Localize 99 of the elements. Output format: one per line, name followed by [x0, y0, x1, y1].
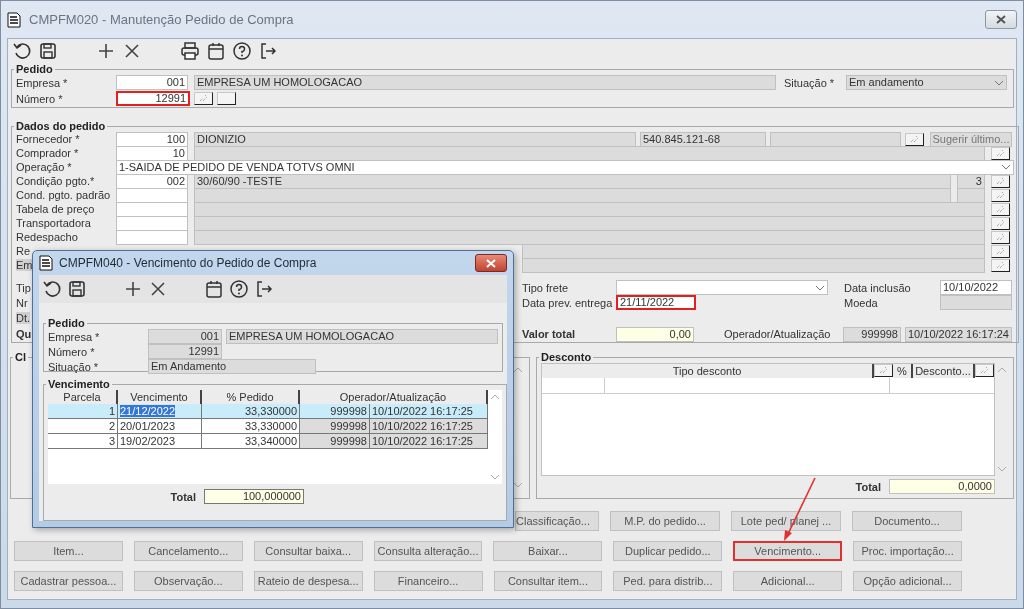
column-header[interactable]: Parcela [48, 390, 118, 404]
section-title: Dados do pedido [15, 120, 107, 132]
table-row[interactable]: 3 19/02/2023 33,340000 999998 10/10/2022 16:17:25 [48, 434, 488, 449]
total-field: 0,0000 [889, 479, 995, 494]
field-label: Transportadora [16, 217, 92, 229]
column-header[interactable]: Vencimento [118, 390, 202, 404]
table-cell: 3 [48, 434, 118, 449]
code-field: 001 [148, 329, 222, 344]
action-button[interactable]: Duplicar pedido... [613, 541, 723, 561]
field-label: Situação * [48, 360, 100, 373]
table-cell: 999998 [300, 434, 370, 449]
action-button[interactable]: Vencimento... [733, 541, 843, 561]
total-field: 0,00 [616, 326, 694, 342]
field-label: Operador/Atualização [724, 328, 832, 340]
date-field[interactable]: 21/11/2022 [616, 295, 696, 310]
section-title: Desconto [540, 351, 593, 363]
action-button[interactable]: Cadastrar pessoa... [14, 571, 123, 591]
action-button[interactable]: Baixar... [493, 541, 603, 561]
field-label: Tipo frete [522, 281, 570, 294]
description-field: EMPRESA UM HOMOLOGACAO [226, 329, 498, 344]
table-cell: 10/10/2022 16:17:25 [370, 419, 488, 434]
field-label: Data prev. entrega [522, 296, 614, 309]
table-cell: 33,330000 [202, 404, 300, 419]
field-label: Valor total [522, 328, 577, 340]
description-field: EMPRESA UM HOMOLOGACAO [194, 75, 776, 90]
number-field[interactable]: 12991 [116, 91, 190, 106]
table-cell[interactable]: 20/01/2023 [118, 419, 202, 434]
action-button[interactable]: M.P. do pedido... [610, 511, 720, 531]
section-title: Pedido [47, 317, 86, 329]
action-button[interactable]: Observação... [133, 571, 243, 591]
field-label: Empresa * [16, 76, 69, 89]
field-label: Cond. pgto. padrão [16, 189, 112, 201]
table-cell: 10/10/2022 16:17:25 [370, 434, 488, 449]
column-header[interactable]: Desconto... [913, 364, 975, 378]
total-label: Total [855, 480, 881, 493]
timestamp-field: 10/10/2022 16:17:24 [905, 326, 1012, 342]
description-field: DIONIZIO [194, 131, 636, 147]
field-label: Tip [16, 281, 31, 294]
field-label: Dt. [16, 311, 31, 324]
operator-field: 999998 [843, 326, 901, 342]
date-field[interactable]: 10/10/2022 [940, 280, 1012, 295]
document-field: 540.845.121-68 [640, 131, 766, 147]
action-button[interactable]: Financeiro... [373, 571, 483, 591]
field-label: Qu [16, 328, 32, 340]
action-button[interactable]: Consultar item... [493, 571, 603, 591]
table-row[interactable]: 1 21/12/2022 33,330000 999998 10/10/2022 16:17:25 [48, 404, 488, 419]
field-label: Empresa * [48, 330, 101, 343]
action-button[interactable]: Opção adicional... [853, 571, 962, 591]
field-label: Fornecedor * [16, 133, 81, 145]
number-field: 12991 [148, 344, 222, 359]
field-label: Operação * [16, 161, 73, 173]
table-cell: 999998 [300, 404, 370, 419]
action-button[interactable]: Cancelamento... [133, 541, 243, 561]
suggest-button[interactable]: Sugerir último... [930, 131, 1012, 147]
action-button[interactable]: Ped. para distrib... [613, 571, 723, 591]
dialog-title: CMPFM040 - Vencimento do Pedido de Compra [59, 256, 317, 270]
action-button[interactable]: Documento... [852, 511, 962, 531]
section-title: Vencimento [47, 378, 111, 390]
action-button[interactable]: Proc. importação... [853, 541, 962, 561]
field-label: Número * [48, 345, 96, 358]
status-field: Em Andamento [148, 359, 316, 374]
column-header[interactable]: % [893, 364, 913, 378]
action-button[interactable]: Classificação... [515, 511, 599, 531]
table-cell[interactable]: 21/12/2022 [118, 404, 202, 419]
field-label: Situação * [784, 76, 836, 89]
field-label: Comprador * [16, 147, 80, 159]
table-cell: 1 [48, 404, 118, 419]
action-button[interactable]: Adicional... [733, 571, 843, 591]
table-cell[interactable]: 19/02/2023 [118, 434, 202, 449]
action-button[interactable]: Rateio de despesa... [253, 571, 363, 591]
code-field[interactable]: 100 [116, 131, 188, 147]
window-title: CMPFM020 - Manutenção Pedido de Compra [29, 12, 294, 27]
total-label: Total [169, 490, 196, 503]
section-title: Pedido [15, 63, 54, 75]
field-label: Re [16, 245, 31, 257]
select-field[interactable]: Em andamento [846, 75, 1007, 90]
column-header[interactable]: % Pedido [202, 390, 300, 404]
column-header[interactable]: Tipo desconto [542, 364, 874, 378]
total-field: 100,000000 [204, 489, 304, 504]
field-label: Número * [16, 92, 64, 105]
table-cell: 2 [48, 419, 118, 434]
field-label: Nr [16, 296, 28, 309]
field-label: Data inclusão [844, 281, 912, 294]
action-button[interactable]: Consultar baixa... [253, 541, 363, 561]
table-cell: 33,330000 [202, 419, 300, 434]
field-label: Tabela de preço [16, 203, 96, 215]
action-button[interactable]: Consulta alteração... [373, 541, 483, 561]
column-header[interactable]: Operador/Atualização [300, 390, 488, 404]
code-field[interactable]: 001 [116, 75, 188, 90]
table-cell: 33,340000 [202, 434, 300, 449]
field-label: Condição pgto.* [16, 175, 96, 187]
section-title: Cl [14, 351, 27, 363]
table-row[interactable]: 2 20/01/2023 33,330000 999998 10/10/2022 16:17:25 [48, 419, 488, 434]
field-label: Redespacho [16, 231, 79, 243]
table-cell: 999998 [300, 419, 370, 434]
table-cell: 10/10/2022 16:17:25 [370, 404, 488, 419]
field-label: Em [16, 259, 33, 271]
field-label: Moeda [844, 296, 879, 309]
action-button[interactable]: Item... [14, 541, 123, 561]
